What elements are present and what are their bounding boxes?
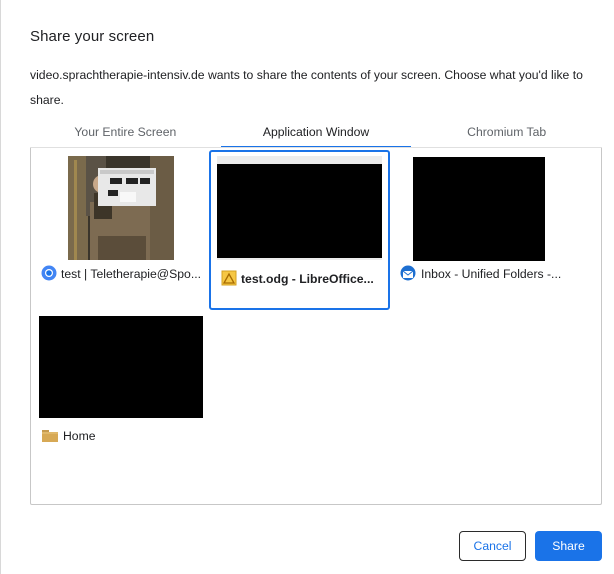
window-label-row: Inbox - Unified Folders -... [399,265,569,283]
window-item-thunderbird[interactable]: Inbox - Unified Folders -... [395,152,571,306]
tab-chromium-tab[interactable]: Chromium Tab [411,122,602,148]
window-list: test | Teletherapie@Spo... test.odg - Li… [30,148,602,505]
cancel-button[interactable]: Cancel [459,531,526,561]
tab-entire-screen[interactable]: Your Entire Screen [30,122,221,148]
dialog-title: Share your screen [30,28,155,45]
window-thumbnail [68,156,174,260]
window-label-row: Home [41,427,209,445]
source-tabs: Your Entire Screen Application Window Ch… [30,122,602,148]
window-thumbnail [413,157,545,261]
share-screen-dialog: Share your screen video.sprachtherapie-i… [0,0,614,574]
window-title: test | Teletherapie@Spo... [61,267,201,281]
window-title: test.odg - LibreOffice... [241,272,374,286]
window-thumbnail [39,316,203,418]
folder-icon [41,427,59,445]
window-item-teletherapie[interactable]: test | Teletherapie@Spo... [35,152,211,306]
dialog-description: video.sprachtherapie-intensiv.de wants t… [30,68,583,107]
window-title: Home [63,429,96,443]
chromium-icon [41,265,57,283]
window-title: Inbox - Unified Folders -... [421,267,562,281]
libreoffice-draw-icon [221,270,237,288]
window-label-row: test.odg - LibreOffice... [221,270,387,288]
window-item-libreoffice[interactable]: test.odg - LibreOffice... [209,150,390,310]
share-button[interactable]: Share [535,531,602,561]
window-thumbnail [217,164,382,258]
window-label-row: test | Teletherapie@Spo... [41,265,209,283]
thunderbird-icon [399,265,417,283]
window-thumbnail-frame [217,156,382,260]
tab-application-window[interactable]: Application Window [220,122,412,148]
window-item-home[interactable]: Home [35,312,211,452]
